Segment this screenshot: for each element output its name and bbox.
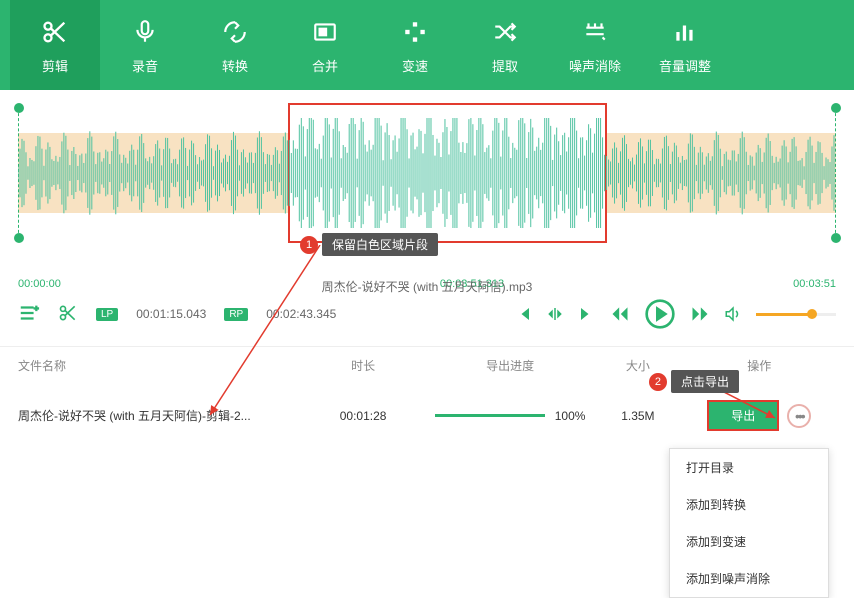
merge-icon	[312, 16, 338, 48]
tab-cut[interactable]: 剪辑	[10, 0, 100, 90]
top-toolbar: 剪辑 录音 转换 合并 变速 提取 噪声消除 音量调整	[0, 0, 854, 90]
time-start: 00:00:00	[18, 278, 61, 290]
menu-add-denoise[interactable]: 添加到噪声消除	[670, 560, 828, 597]
cell-progress: 100%	[427, 409, 593, 423]
waveform-graphic: _	[18, 118, 836, 228]
menu-open-dir[interactable]: 打开目录	[670, 449, 828, 486]
add-track-icon[interactable]	[18, 302, 40, 327]
waveform-container[interactable]: _	[18, 108, 836, 238]
table-row[interactable]: 周杰伦-说好不哭 (with 五月天阿信)-剪辑-2... 00:01:28 1…	[0, 384, 854, 447]
time-end: 00:03:51	[793, 278, 836, 290]
tab-label: 噪声消除	[569, 56, 621, 75]
tab-label: 转换	[222, 56, 248, 75]
export-button[interactable]: 导出	[707, 400, 779, 431]
rp-badge[interactable]: RP	[224, 308, 248, 321]
col-progress: 导出进度	[427, 357, 593, 374]
scissors-icon	[41, 16, 69, 48]
col-duration: 时长	[299, 357, 427, 374]
tab-record[interactable]: 录音	[100, 0, 190, 90]
progress-bar	[435, 414, 545, 417]
tab-label: 音量调整	[659, 56, 711, 75]
annotation-badge: 1	[300, 236, 318, 254]
volume-slider[interactable]	[756, 313, 836, 316]
lp-time: 00:01:15.043	[136, 307, 206, 321]
shuffle-icon	[492, 16, 518, 48]
context-menu: 打开目录 添加到转换 添加到变速 添加到噪声消除	[669, 448, 829, 598]
col-name: 文件名称	[18, 357, 299, 374]
menu-add-speed[interactable]: 添加到变速	[670, 523, 828, 560]
annotation-badge: 2	[649, 373, 667, 391]
tab-volume[interactable]: 音量调整	[640, 0, 730, 90]
tab-merge[interactable]: 合并	[280, 0, 370, 90]
tab-label: 剪辑	[42, 56, 68, 75]
annotation-step2: 2 点击导出	[649, 370, 739, 393]
forward-icon[interactable]	[690, 304, 710, 324]
tab-convert[interactable]: 转换	[190, 0, 280, 90]
progress-pct: 100%	[555, 409, 586, 423]
cell-name: 周杰伦-说好不哭 (with 五月天阿信)-剪辑-2...	[18, 407, 299, 424]
cell-duration: 00:01:28	[299, 409, 427, 423]
lp-badge[interactable]: LP	[96, 308, 118, 321]
mic-icon	[132, 16, 158, 48]
tab-speed[interactable]: 变速	[370, 0, 460, 90]
speed-icon	[402, 16, 428, 48]
tab-label: 变速	[402, 56, 428, 75]
annotation-text: 点击导出	[671, 370, 739, 393]
menu-add-convert[interactable]: 添加到转换	[670, 486, 828, 523]
tab-denoise[interactable]: 噪声消除	[550, 0, 640, 90]
annotation-text: 保留白色区域片段	[322, 233, 438, 256]
skip-start-icon[interactable]	[514, 305, 532, 323]
cut-icon[interactable]	[58, 303, 78, 326]
cell-size: 1.35M	[593, 409, 682, 423]
rp-time: 00:02:43.345	[266, 307, 336, 321]
skip-end-icon[interactable]	[578, 305, 596, 323]
trim-in-icon[interactable]	[546, 305, 564, 323]
play-icon[interactable]	[644, 298, 676, 330]
equalizer-icon	[672, 16, 698, 48]
tab-label: 合并	[312, 56, 338, 75]
rewind-icon[interactable]	[610, 304, 630, 324]
tab-extract[interactable]: 提取	[460, 0, 550, 90]
tab-label: 提取	[492, 56, 518, 75]
tab-label: 录音	[132, 56, 158, 75]
waveform-area: _ 1 保留白色区域片段	[0, 90, 854, 270]
more-button[interactable]: •••	[787, 404, 811, 428]
denoise-icon	[582, 16, 608, 48]
annotation-step1: 1 保留白色区域片段	[300, 233, 438, 256]
current-file-name: 周杰伦-说好不哭 (with 五月天阿信).mp3	[322, 278, 533, 295]
control-bar: 周杰伦-说好不哭 (with 五月天阿信).mp3 LP 00:01:15.04…	[0, 290, 854, 338]
convert-icon	[222, 16, 248, 48]
volume-icon[interactable]	[724, 305, 742, 323]
